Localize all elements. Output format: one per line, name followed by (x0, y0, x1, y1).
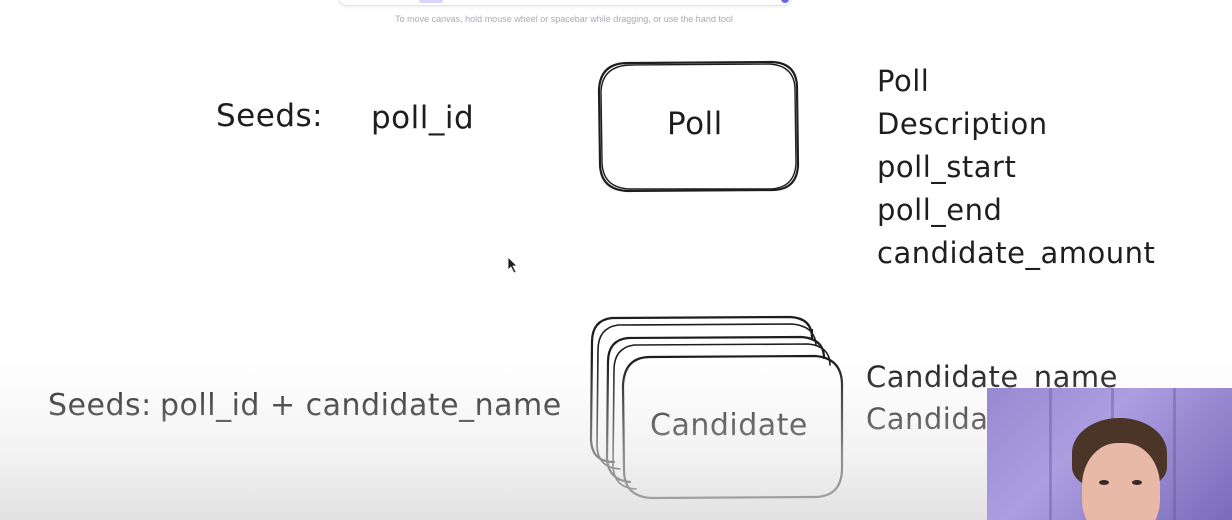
poll-seeds-value: poll_id (371, 100, 475, 136)
arrow-cursor-icon (507, 256, 518, 274)
candidate-seeds-value: poll_id + candidate_name (160, 388, 562, 423)
poll-attribute: poll_start (877, 150, 1017, 184)
poll-attribute: poll_end (877, 193, 1003, 227)
candidate-seeds-label: Seeds: (48, 388, 152, 423)
presenter-face (1082, 443, 1160, 520)
poll-attribute: Poll (877, 64, 930, 98)
webcam-overlay (987, 388, 1232, 520)
poll-attribute: Description (877, 107, 1048, 141)
poll-attribute: candidate_amount (877, 236, 1156, 270)
poll-seeds-label: Seeds: (216, 98, 324, 134)
candidate-box-label: Candidate (650, 408, 808, 443)
poll-attributes: Poll Description poll_start poll_end can… (877, 60, 1155, 275)
drawing-canvas[interactable]: To move canvas, hold mouse wheel or spac… (0, 0, 1232, 520)
poll-box-label: Poll (667, 106, 723, 142)
